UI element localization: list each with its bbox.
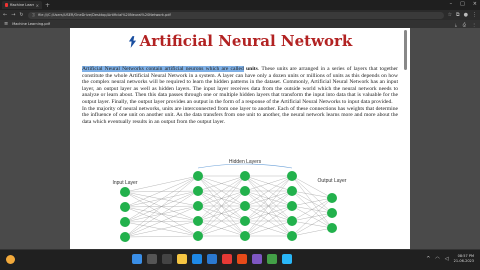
taskbar: ^ ◠ ◁ 08:57 PM 21-06-2023 (0, 249, 480, 270)
output-node (327, 193, 337, 203)
taskbar-apps (132, 254, 292, 264)
browser-tab[interactable]: Machine Learning.pdf × (2, 1, 42, 9)
reload-icon[interactable]: ↻ (19, 12, 23, 18)
telegram-icon[interactable] (282, 254, 292, 264)
app-icon[interactable] (252, 254, 262, 264)
new-tab-icon[interactable]: + (45, 2, 50, 9)
hidden-node (193, 201, 203, 211)
neural-network-diagram: Hidden Layers Input Layer Output Layer (112, 159, 347, 242)
window-controls: – □ × (450, 1, 477, 7)
input-node (120, 187, 130, 197)
output-node (327, 223, 337, 233)
address-bar[interactable]: ⓘ file:///C:/Users/USER/OneDrive/Desktop… (27, 11, 444, 19)
weather-widget[interactable] (6, 255, 15, 264)
system-tray: ^ ◠ ◁ 08:57 PM 21-06-2023 (426, 254, 474, 264)
pdf-filename: Machine Learning.pdf (12, 22, 50, 26)
document-title: Artificial Neural Network (70, 32, 410, 50)
hidden-node (240, 171, 250, 181)
network-connection (291, 227, 333, 237)
menu-icon[interactable]: ⋮ (472, 12, 477, 18)
hidden-node (240, 186, 250, 196)
start-icon[interactable] (132, 254, 142, 264)
chevron-up-icon[interactable]: ^ (426, 256, 430, 262)
hamburger-menu-icon[interactable]: ≡ (4, 21, 8, 27)
pdf-tools: ⤓ ⎙ ⋮ (455, 22, 476, 27)
tab-title: Machine Learning.pdf (9, 3, 34, 7)
extensions-icon[interactable]: ⧉ (456, 12, 460, 18)
network-connection (124, 190, 199, 238)
network-connection (291, 197, 333, 237)
clock-date: 21-06-2023 (453, 259, 474, 263)
wifi-icon[interactable]: ◠ (435, 256, 439, 262)
spotify-icon[interactable] (267, 254, 277, 264)
hidden-node (287, 216, 297, 226)
output-node (327, 208, 337, 218)
lightbulb-icon (128, 36, 136, 48)
output-layer-label: Output Layer (318, 178, 347, 184)
network-connection (291, 197, 333, 222)
info-icon[interactable]: ⓘ (32, 13, 36, 18)
paragraph-1-rest: . These units are arranged in a series o… (82, 66, 399, 105)
download-icon[interactable]: ⤓ (455, 22, 457, 27)
print-icon[interactable]: ⎙ (463, 22, 466, 27)
pdf-icon (5, 3, 8, 7)
network-connection (124, 220, 199, 238)
store-icon[interactable] (207, 254, 217, 264)
hidden-node (193, 186, 203, 196)
input-node (120, 232, 130, 242)
document-body: Artificial Neural Networks contain artif… (82, 66, 398, 125)
task-view-icon[interactable] (162, 254, 172, 264)
office-icon[interactable] (237, 254, 247, 264)
close-tab-icon[interactable]: × (36, 3, 39, 8)
bold-term: units (246, 66, 258, 72)
network-connection (291, 190, 333, 199)
input-layer-label: Input Layer (112, 180, 137, 186)
browser-tab-strip: Machine Learning.pdf × + – □ × (0, 0, 480, 10)
maximize-icon[interactable]: □ (460, 1, 465, 7)
search-icon[interactable] (147, 254, 157, 264)
minimize-icon[interactable]: – (450, 1, 453, 7)
input-node (120, 202, 130, 212)
star-icon[interactable]: ☆ (448, 12, 452, 18)
chrome-icon[interactable] (222, 254, 232, 264)
back-icon[interactable]: ← (3, 12, 7, 18)
highlighted-text: Artificial Neural Networks contain artif… (82, 66, 244, 72)
input-node (120, 217, 130, 227)
url-text: file:///C:/Users/USER/OneDrive/Desktop/A… (38, 13, 171, 17)
hidden-node (240, 216, 250, 226)
network-connection (124, 235, 199, 238)
edge-icon[interactable] (192, 254, 202, 264)
more-icon[interactable]: ⋮ (472, 22, 476, 27)
pdf-viewer[interactable]: Artificial Neural Network Artificial Neu… (0, 28, 480, 249)
pdf-page: Artificial Neural Network Artificial Neu… (70, 28, 410, 249)
hidden-node (287, 231, 297, 241)
hidden-node (240, 231, 250, 241)
network-connection (124, 205, 199, 238)
hidden-node (193, 171, 203, 181)
hidden-node (193, 231, 203, 241)
profile-icon[interactable]: ● (464, 12, 468, 18)
hidden-node (287, 186, 297, 196)
clock[interactable]: 08:57 PM 21-06-2023 (454, 254, 474, 264)
hidden-node (240, 201, 250, 211)
forward-icon[interactable]: → (11, 12, 15, 18)
close-window-icon[interactable]: × (473, 1, 477, 7)
pdf-toolbar: ≡ Machine Learning.pdf ⤓ ⎙ ⋮ (0, 20, 480, 28)
browser-tools: ☆ ⧉ ● ⋮ (448, 12, 477, 18)
paragraph-2: In the majority of neural networks, unit… (82, 105, 398, 125)
file-explorer-icon[interactable] (177, 254, 187, 264)
address-bar-row: ← → ↻ ⓘ file:///C:/Users/USER/OneDrive/D… (0, 10, 480, 20)
title-text: Artificial Neural Network (139, 32, 353, 50)
weather-icon (6, 255, 15, 264)
hidden-node (287, 171, 297, 181)
scrollbar[interactable] (404, 30, 407, 70)
network-connection (291, 212, 333, 237)
hidden-node (193, 216, 203, 226)
hidden-node (287, 201, 297, 211)
volume-icon[interactable]: ◁ (445, 256, 449, 262)
paragraph-1: Artificial Neural Networks contain artif… (82, 66, 398, 106)
network-connection (291, 197, 333, 207)
